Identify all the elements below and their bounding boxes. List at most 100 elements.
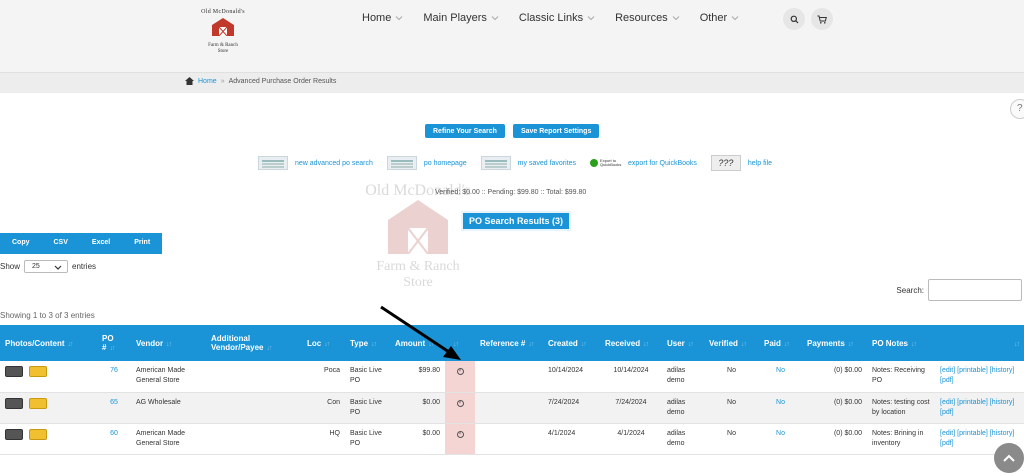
paid-link[interactable]: No <box>776 399 785 406</box>
sort-icon: ↓↑ <box>371 340 377 348</box>
col-location[interactable]: Loc ↓↑ <box>302 325 345 361</box>
copy-button[interactable]: Copy <box>0 233 42 254</box>
cell-type: Basic Live PO <box>345 361 390 393</box>
nav-resources[interactable]: Resources <box>615 12 681 24</box>
search-button[interactable] <box>783 8 805 30</box>
help-file-link[interactable]: ??? help file <box>710 155 772 171</box>
sort-icon: ↓↑ <box>109 345 115 352</box>
row-actions-links[interactable]: [edit] [printable] [history] [pdf] <box>935 392 1024 424</box>
col-amount[interactable]: Amount ↓↑ <box>390 325 445 361</box>
sort-icon: ↓↑ <box>1014 340 1020 348</box>
view-photo-icon[interactable] <box>5 428 23 440</box>
table-info: Showing 1 to 3 of 3 entries <box>0 311 95 320</box>
search-icon <box>790 15 798 23</box>
cell-type: Basic Live PO <box>345 392 390 424</box>
table-row: 60 American Made General Store HQ Basic … <box>0 423 1024 455</box>
po-number-link[interactable]: 60 <box>110 430 118 437</box>
col-po-notes[interactable]: PO Notes ↓↑ <box>867 325 935 361</box>
po-homepage-link[interactable]: po homepage <box>386 156 467 170</box>
cancel-circle-icon[interactable]: × <box>456 368 464 375</box>
nav-home-label: Home <box>362 12 392 24</box>
search-input[interactable] <box>928 279 1022 301</box>
nav-main-players[interactable]: Main Players <box>423 12 500 24</box>
folder-icon[interactable] <box>29 428 47 440</box>
folder-icon[interactable] <box>29 397 47 409</box>
sort-icon: ↓↑ <box>67 340 74 348</box>
po-results-table: Photos/Content ↓↑ PO # ↓↑ Vendor ↓↑ Additio… <box>0 325 1024 455</box>
export-quickbooks-link[interactable]: Export to QuickBooks export for QuickBoo… <box>590 159 697 167</box>
col-label: Received <box>605 338 641 348</box>
excel-button[interactable]: Excel <box>80 233 122 254</box>
cell-user: adilas demo <box>662 392 704 424</box>
nav-other[interactable]: Other <box>700 12 741 24</box>
cancel-circle-icon[interactable]: × <box>456 430 464 438</box>
barn-icon <box>388 200 448 255</box>
col-photos-content[interactable]: Photos/Content ↓↑ <box>0 325 97 361</box>
my-saved-favorites-link[interactable]: my saved favorites <box>480 156 577 170</box>
paid-link[interactable]: No <box>776 430 785 437</box>
col-type[interactable]: Type ↓↑ <box>345 325 390 361</box>
col-reference[interactable]: Reference # ↓↑ <box>475 325 543 361</box>
col-label: Amount <box>395 338 426 348</box>
screenshot-thumbnail-icon <box>480 156 511 170</box>
nav-home[interactable]: Home <box>362 12 404 24</box>
csv-button[interactable]: CSV <box>42 233 80 254</box>
view-photo-icon[interactable] <box>5 397 23 409</box>
paid-link[interactable]: No <box>776 367 785 374</box>
cell-user: adilas demo <box>662 361 704 393</box>
col-created[interactable]: Created ↓↑ <box>543 325 600 361</box>
chevron-down-icon <box>672 16 680 21</box>
row-actions-links[interactable]: [edit] [printable] [history] [pdf] <box>935 361 1024 393</box>
results-title: PO Search Results (3) <box>461 211 572 231</box>
nav-classic-links[interactable]: Classic Links <box>519 12 596 24</box>
view-photo-icon[interactable] <box>5 366 23 377</box>
col-vendor[interactable]: Vendor ↓↑ <box>131 325 206 361</box>
col-label: Additional Vendor/Payee <box>211 334 264 352</box>
col-verified[interactable]: Verified ↓↑ <box>704 325 759 361</box>
col-label: Created <box>548 338 578 348</box>
barn-icon <box>212 18 234 37</box>
po-number-link[interactable]: 65 <box>110 399 118 406</box>
col-payments[interactable]: Payments ↓↑ <box>802 325 867 361</box>
entries-select[interactable]: 25 <box>24 260 69 273</box>
col-received[interactable]: Received ↓↑ <box>600 325 662 361</box>
new-advanced-po-search-link[interactable]: new advanced po search <box>258 156 373 170</box>
breadcrumb-current: Advanced Purchase Order Results <box>228 77 337 85</box>
logo-watermark: Old McDonald's Farm & Ranch Store <box>358 182 478 312</box>
cancel-circle-icon[interactable]: × <box>456 399 464 407</box>
col-paid[interactable]: Paid ↓↑ <box>759 325 802 361</box>
col-additional-vendor[interactable]: Additional Vendor/Payee ↓↑ <box>206 325 302 361</box>
quick-links: new advanced po search po homepage my sa… <box>258 155 786 171</box>
sort-icon: ↓↑ <box>911 340 917 348</box>
breadcrumb-home-link[interactable]: Home <box>198 78 217 85</box>
cart-button[interactable] <box>811 8 833 30</box>
po-number-link[interactable]: 76 <box>110 367 118 374</box>
cell-loc: Con <box>302 392 345 424</box>
col-label: Paid <box>764 338 781 348</box>
chevron-down-icon <box>54 265 62 270</box>
cell-additional <box>206 423 302 455</box>
col-po-number[interactable]: PO # ↓↑ <box>97 325 131 361</box>
link-label: my saved favorites <box>517 159 577 167</box>
col-status-flag[interactable]: ↓↑ <box>445 325 475 361</box>
col-actions[interactable]: ↓↑ <box>935 325 1024 361</box>
breadcrumb-separator: » <box>220 77 225 85</box>
cell-created: 4/1/2024 <box>543 423 600 455</box>
save-report-settings-button[interactable]: Save Report Settings <box>512 124 600 138</box>
scroll-to-top-button[interactable] <box>994 443 1024 473</box>
nav-resources-label: Resources <box>615 12 668 24</box>
cell-received: 7/24/2024 <box>600 392 662 424</box>
cell-amount: $0.00 <box>390 392 445 424</box>
cell-created: 7/24/2024 <box>543 392 600 424</box>
store-logo[interactable]: Old McDonald's Farm & Ranch Store <box>192 9 254 61</box>
refine-search-button[interactable]: Refine Your Search <box>425 124 505 138</box>
print-button[interactable]: Print <box>122 233 162 254</box>
action-buttons: Refine Your Search Save Report Settings <box>425 124 607 138</box>
logo-text-bottom: Store <box>217 49 229 54</box>
help-question-icon[interactable]: ? <box>1010 99 1024 119</box>
sort-icon: ↓↑ <box>453 340 459 348</box>
col-user[interactable]: User ↓↑ <box>662 325 704 361</box>
folder-icon[interactable] <box>29 366 47 377</box>
cell-reference <box>475 392 543 424</box>
entries-select-value: 25 <box>32 263 40 270</box>
